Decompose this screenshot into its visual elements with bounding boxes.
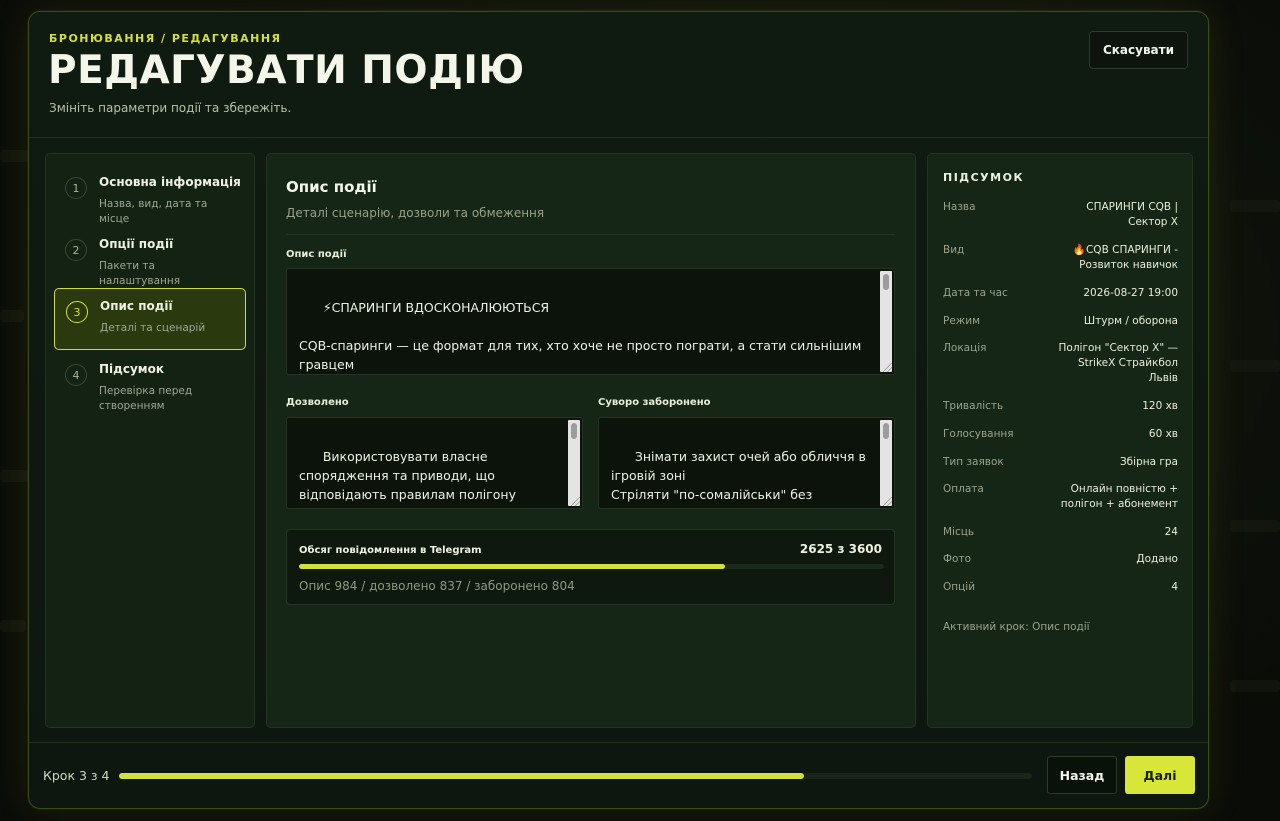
forbidden-textarea[interactable]: Знімати захист очей або обличчя в ігрові… [598, 417, 895, 509]
step-description: Назва, вид, дата та місце [99, 198, 208, 225]
resize-handle-icon[interactable] [571, 497, 580, 506]
step-number: 3 [66, 301, 88, 323]
summary-value: 4 [1171, 581, 1178, 593]
description-label: Опис події [286, 249, 347, 260]
allowed-textarea[interactable]: Використовувати власне спорядження та пр… [286, 417, 583, 509]
step-title: Опис події [100, 299, 173, 313]
modal-header: БРОНЮВАННЯ / РЕДАГУВАННЯ РЕДАГУВАТИ ПОДІ… [29, 12, 1208, 138]
telegram-size-count: 2625 з 3600 [799, 542, 882, 556]
summary-title: ПІДСУМОК [943, 171, 1024, 184]
summary-key: Тип заявок [943, 456, 1004, 468]
summary-value: Додано [1136, 553, 1178, 565]
step-number: 4 [65, 364, 87, 386]
event-description-panel: Опис події Деталі сценарію, дозволи та о… [266, 153, 916, 728]
description-scrollbar[interactable] [880, 271, 892, 372]
summary-panel: ПІДСУМОК Назва СПАРИНГИ CQB | Сектор Х Вид… [927, 153, 1193, 728]
allowed-label: Дозволено [286, 397, 349, 408]
step-number: 1 [65, 177, 87, 199]
summary-key: Фото [943, 553, 972, 565]
section-title: Опис події [286, 178, 377, 196]
summary-value: СПАРИНГИ CQB | Сектор Х [1086, 201, 1178, 228]
summary-value: 60 хв [1148, 428, 1178, 440]
forbidden-scrollbar[interactable] [880, 420, 892, 506]
summary-key: Вид [943, 244, 965, 256]
page-title: РЕДАГУВАТИ ПОДІЮ [48, 48, 525, 93]
section-divider [286, 234, 895, 235]
step-description: Перевірка перед створенням [99, 385, 193, 412]
step-title: Основна інформація [99, 175, 241, 189]
summary-value: Онлайн повністю + полігон + абонемент [1060, 483, 1178, 510]
breadcrumb: БРОНЮВАННЯ / РЕДАГУВАННЯ [49, 32, 282, 45]
summary-value: 24 [1164, 526, 1178, 538]
allowed-scrollbar[interactable] [568, 420, 580, 506]
summary-value: 2026-08-27 19:00 [1083, 287, 1178, 299]
step-title: Підсумок [99, 362, 164, 376]
summary-key: Назва [943, 201, 976, 213]
step-number: 2 [65, 239, 87, 261]
summary-key: Локація [943, 342, 987, 354]
resize-handle-icon[interactable] [883, 363, 892, 372]
summary-value: Штурм / оборона [1083, 315, 1178, 327]
summary-key: Дата та час [943, 287, 1008, 299]
summary-value: Збірна гра [1119, 456, 1178, 468]
wizard-progress-fill [119, 773, 804, 779]
edit-event-modal: БРОНЮВАННЯ / РЕДАГУВАННЯ РЕДАГУВАТИ ПОДІ… [28, 11, 1209, 809]
forbidden-label: Суворо заборонено [598, 397, 711, 408]
summary-key: Голосування [943, 428, 1014, 440]
step-event-description[interactable]: 3 Опис події Деталі та сценарій [54, 288, 246, 350]
step-summary[interactable]: 4 Підсумок Перевірка перед створенням [54, 352, 246, 414]
next-button[interactable]: Далі [1125, 756, 1195, 794]
description-text: ⚡СПАРИНГИ ВДОСКОНАЛЮЮТЬСЯ CQB-спаринги —… [299, 300, 862, 372]
telegram-size-bar-fill [299, 564, 726, 569]
resize-handle-icon[interactable] [883, 497, 892, 506]
modal-footer: Крок 3 з 4 Назад Далі [29, 742, 1208, 808]
step-title: Опції події [99, 237, 174, 251]
step-basic-info[interactable]: 1 Основна інформація Назва, вид, дата та… [54, 165, 246, 227]
allowed-text: Використовувати власне спорядження та пр… [299, 449, 528, 508]
wizard-progress-bar [119, 773, 1032, 779]
summary-active-step: Активний крок: Опис події [943, 621, 1090, 633]
step-event-options[interactable]: 2 Опції події Пакети та налаштування [54, 227, 246, 289]
summary-value: 🔥CQB СПАРИНГИ - Розвиток навичок [1072, 244, 1178, 271]
step-counter: Крок 3 з 4 [43, 768, 110, 783]
summary-key: Місць [943, 526, 975, 538]
section-subtitle: Деталі сценарію, дозволи та обмеження [286, 206, 545, 220]
telegram-size-bar [299, 564, 884, 569]
summary-value: 120 хв [1142, 400, 1178, 412]
summary-key: Опцій [943, 581, 976, 593]
page-subtitle: Змініть параметри події та збережіть. [49, 101, 292, 115]
telegram-size-label: Обсяг повідомлення в Telegram [299, 545, 482, 556]
summary-key: Тривалість [943, 400, 1004, 412]
summary-key: Режим [943, 315, 980, 327]
cancel-button[interactable]: Скасувати [1089, 31, 1188, 69]
description-textarea[interactable]: ⚡СПАРИНГИ ВДОСКОНАЛЮЮТЬСЯ CQB-спаринги —… [286, 268, 895, 375]
forbidden-text: Знімати захист очей або обличчя в ігрові… [611, 449, 866, 508]
back-button[interactable]: Назад [1047, 756, 1117, 794]
telegram-size-breakdown: Опис 984 / дозволено 837 / заборонено 80… [299, 579, 575, 593]
steps-panel: 1 Основна інформація Назва, вид, дата та… [45, 153, 255, 728]
summary-value: Полігон "Сектор Х" — StrikeX Страйкбол Л… [1058, 342, 1178, 384]
telegram-size-box: Обсяг повідомлення в Telegram 2625 з 360… [286, 529, 895, 605]
step-description: Пакети та налаштування [99, 260, 181, 287]
summary-key: Оплата [943, 483, 984, 495]
step-description: Деталі та сценарій [100, 322, 206, 334]
